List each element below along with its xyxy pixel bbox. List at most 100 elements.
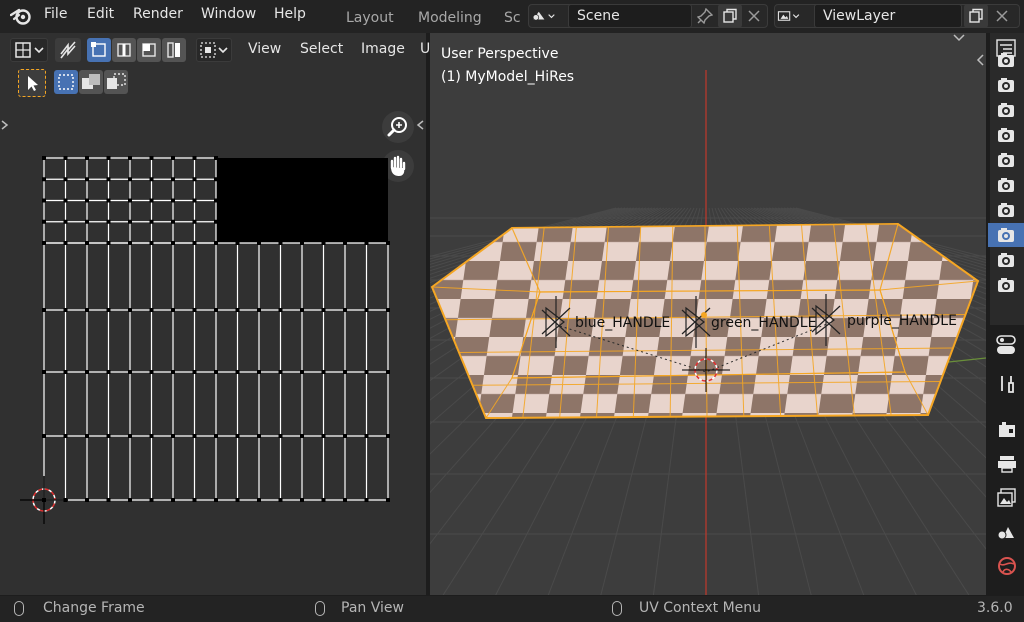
tab-truncated[interactable]: Sc [504, 10, 521, 26]
island-select-mode-button[interactable] [162, 38, 186, 62]
top-bar: File Edit Render Window Help Layout Mode… [0, 0, 1024, 33]
mouse-middle-icon [315, 601, 325, 616]
camera-visibility-toggle[interactable] [988, 248, 1024, 272]
camera-icon [998, 53, 1014, 67]
menu-edit[interactable]: Edit [87, 6, 114, 22]
face-select-mode-button[interactable] [137, 38, 161, 62]
select-box-subtract-button[interactable] [104, 70, 128, 94]
scene-browse-button[interactable] [531, 4, 555, 28]
camera-icon [998, 78, 1014, 92]
camera-icon [998, 253, 1014, 267]
camera-visibility-toggle[interactable] [988, 73, 1024, 97]
camera-icon [998, 153, 1014, 167]
tool-settings-icon[interactable] [994, 333, 1018, 357]
handle-label: green_HANDLE [711, 315, 816, 331]
menu-file[interactable]: File [44, 6, 67, 22]
camera-visibility-toggle[interactable] [988, 48, 1024, 72]
cursor-arrow-icon [28, 76, 38, 91]
handle-label: blue_HANDLE [575, 315, 670, 331]
render-properties-icon[interactable] [996, 419, 1018, 441]
camera-icon [998, 128, 1014, 142]
view-layer-properties-icon[interactable] [996, 487, 1018, 509]
viewlayer-name-field[interactable]: ViewLayer [814, 4, 962, 28]
viewport-sidebar-arrow-icon[interactable] [976, 53, 986, 67]
delete-scene-button[interactable] [742, 4, 766, 28]
mouse-left-icon [14, 601, 24, 616]
camera-visibility-toggle[interactable] [988, 148, 1024, 172]
wrench-tool-icon[interactable] [996, 373, 1018, 395]
sync-selection-toggle[interactable] [55, 38, 81, 62]
edge-select-mode-button[interactable] [112, 38, 136, 62]
mouse-right-icon [612, 601, 622, 616]
box-subtract-icon [107, 73, 126, 89]
editor-type-button[interactable] [10, 38, 48, 62]
delete-viewlayer-button[interactable] [990, 4, 1014, 28]
camera-visibility-toggle[interactable] [988, 123, 1024, 147]
sticky-select-icon [200, 42, 228, 58]
menu-render[interactable]: Render [133, 6, 183, 22]
output-properties-icon[interactable] [996, 453, 1018, 475]
scene-properties-icon[interactable] [996, 521, 1018, 543]
close-icon [996, 10, 1008, 22]
camera-visibility-toggle[interactable] [988, 223, 1024, 247]
status-hint-left: Change Frame [43, 600, 145, 616]
uv-menu-truncated[interactable]: U [420, 41, 430, 57]
uv-menu-view[interactable]: View [248, 41, 281, 57]
world-properties-icon[interactable] [996, 555, 1018, 577]
viewport-object-info: (1) MyModel_HiRes [441, 69, 575, 85]
close-icon [748, 10, 760, 22]
uv-canvas[interactable] [0, 99, 426, 595]
uv-black-region [216, 158, 388, 243]
properties-tabs [988, 325, 1024, 595]
vertex-select-icon [91, 42, 106, 57]
viewlayer-icon [777, 11, 800, 21]
status-hint-right: UV Context Menu [639, 600, 762, 616]
uv-editor: View Select Image U [0, 33, 430, 595]
blender-logo-icon[interactable] [10, 6, 32, 26]
camera-icon [998, 103, 1014, 117]
duplicate-icon [969, 8, 983, 23]
select-box-new-button[interactable] [54, 70, 78, 94]
face-select-icon [142, 43, 156, 57]
viewlayer-browse-button[interactable] [777, 4, 801, 28]
sticky-select-dropdown[interactable] [196, 38, 232, 62]
menu-window[interactable]: Window [201, 6, 256, 22]
camera-icon [998, 203, 1014, 217]
camera-visibility-toggle[interactable] [988, 173, 1024, 197]
tab-layout[interactable]: Layout [346, 10, 394, 26]
camera-icon [998, 278, 1014, 292]
select-tool-button[interactable] [18, 69, 46, 97]
uv-editor-icon [15, 42, 44, 58]
tab-modeling[interactable]: Modeling [418, 10, 482, 26]
edge-select-icon [117, 43, 131, 57]
sync-arrows-icon [60, 41, 76, 59]
handle-label: purple_HANDLE [847, 313, 957, 329]
pin-scene-button[interactable] [693, 4, 717, 28]
box-extend-icon [82, 74, 100, 89]
camera-visibility-toggle[interactable] [988, 198, 1024, 222]
scene-icon [532, 11, 555, 21]
camera-icon [998, 228, 1014, 242]
uv-menu-select[interactable]: Select [300, 41, 343, 57]
3d-viewport[interactable]: blue_HANDLE green_HANDLE purple_HANDLE Use… [430, 33, 986, 595]
camera-visibility-toggle[interactable] [988, 273, 1024, 297]
duplicate-icon [723, 8, 737, 23]
camera-visibility-toggle[interactable] [988, 98, 1024, 122]
uv-layout-grid [20, 156, 390, 524]
new-viewlayer-button[interactable] [964, 4, 988, 28]
select-box-extend-button[interactable] [79, 70, 103, 94]
status-hint-middle: Pan View [341, 600, 404, 616]
header-collapse-chevron-icon[interactable] [950, 33, 968, 43]
properties-strip [988, 33, 1024, 595]
uv-2d-cursor [20, 476, 68, 524]
uv-editor-header: View Select Image U [0, 33, 430, 63]
uv-menu-image[interactable]: Image [361, 41, 405, 57]
new-scene-button[interactable] [718, 4, 742, 28]
status-bar: Change Frame Pan View UV Context Menu 3.… [0, 596, 1024, 622]
scene-name-field[interactable]: Scene [568, 4, 692, 28]
menu-help[interactable]: Help [274, 6, 306, 22]
island-select-icon [167, 42, 180, 58]
viewport-perspective-label: User Perspective [441, 46, 559, 62]
version-label: 3.6.0 [977, 600, 1013, 616]
vertex-select-mode-button[interactable] [87, 38, 111, 62]
